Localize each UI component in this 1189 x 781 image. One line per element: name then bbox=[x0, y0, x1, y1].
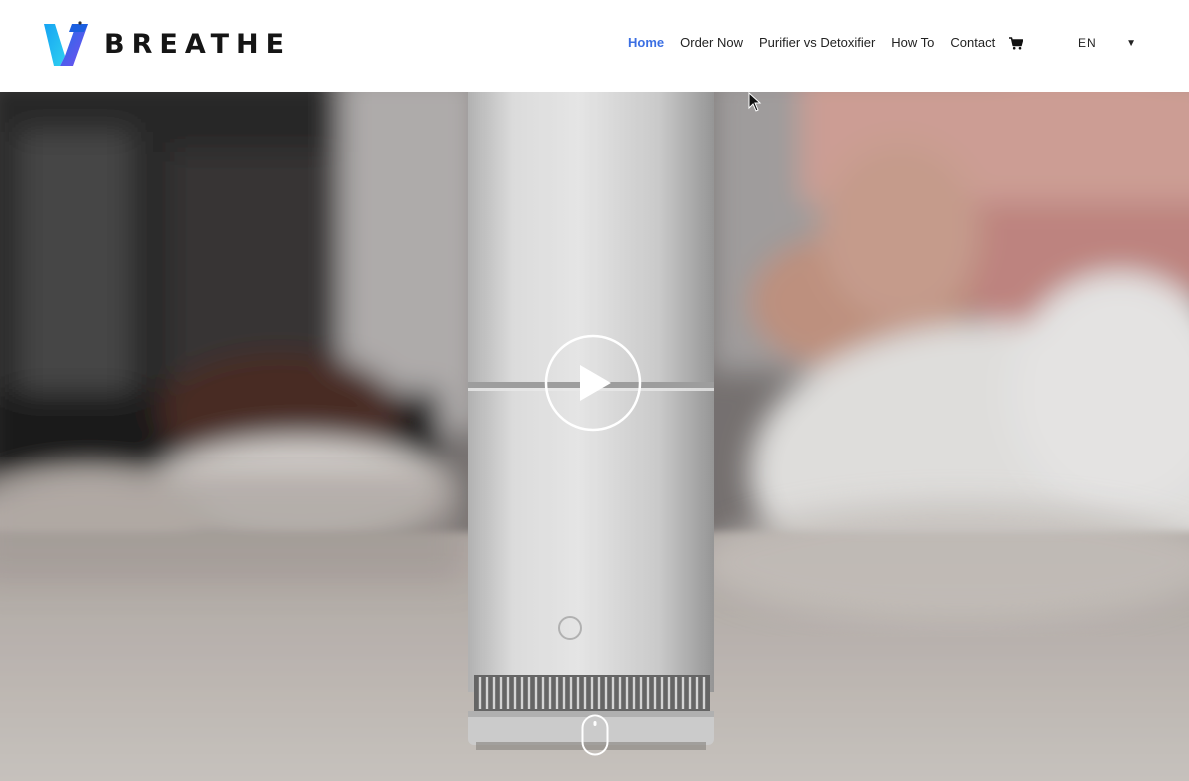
caret-down-icon: ▼ bbox=[1126, 37, 1136, 49]
brand-logo[interactable]: BREATHE bbox=[42, 20, 291, 68]
hero-video[interactable] bbox=[0, 92, 1189, 781]
brand-name: BREATHE bbox=[104, 28, 292, 60]
scroll-down-button[interactable] bbox=[581, 714, 609, 756]
play-icon bbox=[544, 334, 642, 432]
site-header: BREATHE Home Order Now Purifier vs Detox… bbox=[0, 0, 1189, 92]
mouse-scroll-icon bbox=[581, 714, 609, 756]
nav-home[interactable]: Home bbox=[628, 34, 664, 52]
play-button[interactable] bbox=[544, 334, 642, 432]
v-logo-icon bbox=[44, 21, 88, 66]
nav-contact[interactable]: Contact bbox=[950, 34, 995, 52]
nav-how-to[interactable]: How To bbox=[891, 34, 934, 52]
nav-purifier-vs-detoxifier[interactable]: Purifier vs Detoxifier bbox=[759, 34, 875, 52]
nav-order-now[interactable]: Order Now bbox=[680, 34, 743, 52]
language-selector[interactable]: EN ▼ bbox=[1078, 34, 1136, 52]
language-label: EN bbox=[1078, 36, 1097, 50]
mouse-pointer-icon bbox=[748, 92, 762, 112]
hero-video-frame bbox=[0, 92, 1189, 781]
main-nav: Home Order Now Purifier vs Detoxifier Ho… bbox=[628, 34, 1025, 52]
cart-icon[interactable] bbox=[1009, 35, 1025, 51]
